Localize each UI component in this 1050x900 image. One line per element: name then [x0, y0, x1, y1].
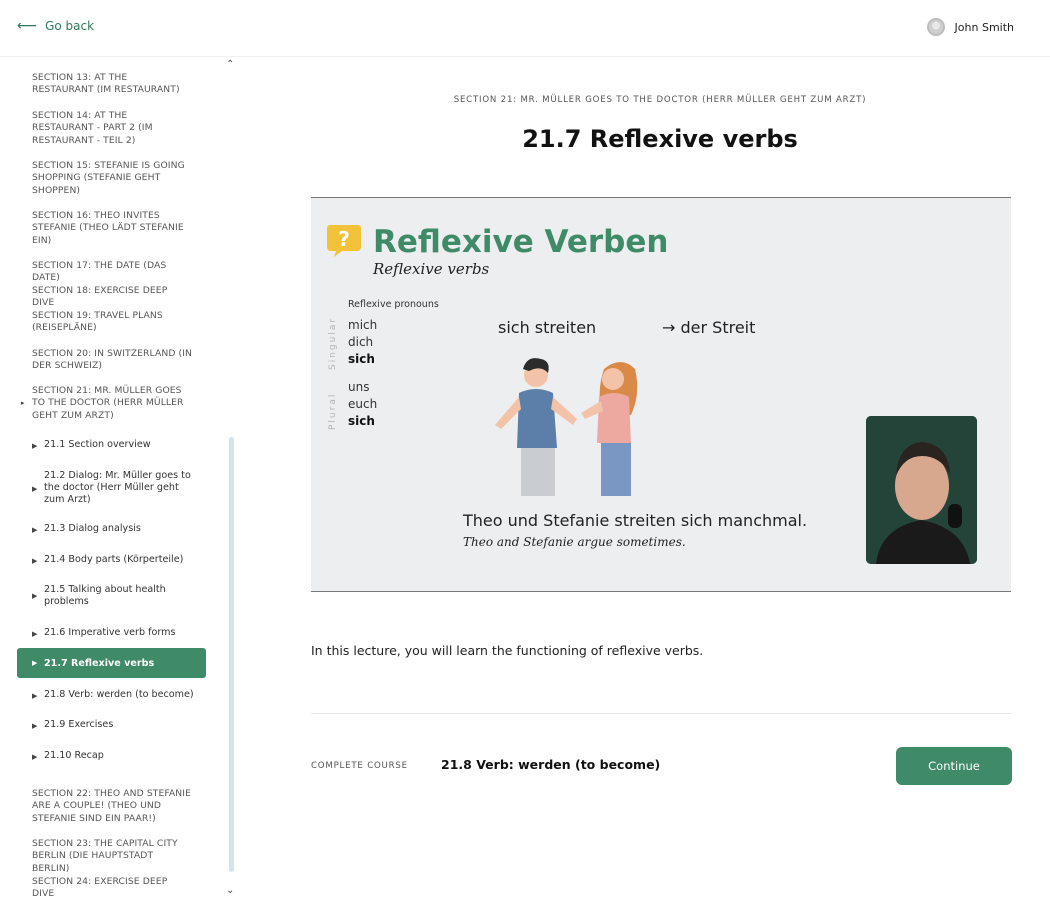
play-icon: ▶ — [32, 692, 38, 700]
go-back-label: Go back — [45, 19, 95, 33]
page-title: 21.7 Reflexive verbs — [522, 125, 798, 153]
sidebar-section[interactable]: SECTION 18: EXERCISE DEEP DIVE — [32, 285, 192, 310]
course-sidebar: ⌃ SECTION 13: AT THE RESTAURANT (IM REST… — [0, 57, 240, 900]
sidebar-section[interactable]: SECTION 14: AT THE RESTAURANT - PART 2 (… — [32, 110, 192, 147]
play-icon: ▶ — [32, 526, 38, 534]
play-icon: ▶ — [32, 592, 38, 600]
user-name: John Smith — [954, 20, 1014, 34]
sidebar-lecture[interactable]: ▶ 21.6 Imperative verb forms — [32, 627, 202, 640]
play-icon: ▶ — [32, 557, 38, 565]
sidebar-section[interactable]: SECTION 24: EXERCISE DEEP DIVE — [32, 876, 192, 900]
play-icon: ▶ — [32, 485, 38, 493]
sidebar-lecture[interactable]: ▶ 21.5 Talking about health problems — [32, 584, 202, 608]
sidebar-lecture[interactable]: ▶ 21.4 Body parts (Körperteile) — [32, 554, 202, 567]
arguing-couple-illustration — [495, 358, 638, 496]
pronoun: euch — [348, 397, 378, 411]
slide-heading: Reflexive Verben — [373, 224, 669, 260]
go-back-link[interactable]: ⟵ Go back — [17, 19, 94, 33]
sidebar-scrollbar[interactable] — [229, 437, 234, 872]
sidebar-section[interactable]: SECTION 15: STEFANIE IS GOING SHOPPING (… — [32, 160, 192, 197]
plural-label: Plural — [328, 392, 338, 430]
top-header: ⟵ Go back John Smith — [0, 0, 1050, 57]
singular-label: Singular — [328, 316, 338, 370]
slide-subheading: Reflexive verbs — [373, 260, 490, 278]
play-icon: ▶ — [32, 722, 38, 730]
pronoun: dich — [348, 335, 374, 349]
sidebar-lecture[interactable]: ▶ 21.10 Recap — [32, 750, 202, 763]
caret-right-icon: ▸ — [21, 399, 25, 407]
play-icon: ▶ — [32, 659, 38, 667]
sidebar-lecture[interactable]: ▶ 21.1 Section overview — [32, 439, 202, 452]
sidebar-lecture[interactable]: ▶ 21.3 Dialog analysis — [32, 523, 202, 536]
complete-course-label: COMPLETE COURSE — [311, 761, 408, 771]
sidebar-lecture[interactable]: ▶ 21.8 Verb: werden (to become) — [32, 689, 202, 702]
slide-verb: sich streiten — [498, 318, 597, 337]
sidebar-section[interactable]: SECTION 22: THEO AND STEFANIE ARE A COUP… — [32, 788, 192, 825]
pronoun: sich — [348, 414, 375, 428]
presenter-photo — [866, 416, 977, 564]
svg-text:?: ? — [338, 227, 350, 251]
pronoun: mich — [348, 318, 378, 332]
divider — [311, 713, 1011, 714]
avatar — [926, 18, 945, 36]
question-bubble-icon: ? — [327, 225, 361, 257]
slide-sentence-translation: Theo and Stefanie argue sometimes. — [463, 535, 686, 549]
lecture-description: In this lecture, you will learn the func… — [311, 643, 704, 658]
pronoun: sich — [348, 352, 375, 366]
play-icon: ▶ — [32, 442, 38, 450]
section-title: SECTION 21: MR. MÜLLER GOES TO THE DOCTO… — [453, 95, 867, 105]
user-menu[interactable]: John Smith — [926, 18, 1014, 36]
lecture-main: SECTION 21: MR. MÜLLER GOES TO THE DOCTO… — [240, 57, 1050, 900]
sidebar-lecture[interactable]: ▶ 21.9 Exercises — [32, 719, 202, 732]
slide-sentence: Theo und Stefanie streiten sich manchmal… — [463, 511, 808, 530]
next-lecture-title: 21.8 Verb: werden (to become) — [441, 757, 661, 772]
sidebar-current-section[interactable]: SECTION 21: MR. MÜLLER GOES TO THE DOCTO… — [32, 385, 192, 422]
play-icon: ▶ — [32, 630, 38, 638]
sidebar-section[interactable]: SECTION 17: THE DATE (DAS DATE) — [32, 260, 192, 285]
continue-button[interactable]: Continue — [896, 747, 1012, 785]
pronoun: uns — [348, 380, 370, 394]
arrow-left-icon: ⟵ — [17, 18, 38, 34]
sidebar-section[interactable]: SECTION 20: IN SWITZERLAND (IN DER SCHWE… — [32, 348, 192, 373]
sidebar-section[interactable]: SECTION 16: THEO INVITES STEFANIE (THEO … — [32, 210, 192, 247]
presenter-webcam — [866, 416, 977, 564]
video-player[interactable]: ? Reflexive Verben Reflexive verbs Refle… — [311, 197, 1011, 592]
sidebar-section[interactable]: SECTION 13: AT THE RESTAURANT (IM RESTAU… — [32, 72, 192, 97]
sidebar-section[interactable]: SECTION 19: TRAVEL PLANS (REISEPLÄNE) — [32, 310, 192, 335]
play-icon: ▶ — [32, 753, 38, 761]
chevron-down-icon[interactable]: ⌄ — [226, 885, 234, 896]
sidebar-lecture-active[interactable]: ▶ 21.7 Reflexive verbs — [17, 648, 206, 678]
slide-noun: → der Streit — [662, 318, 756, 337]
pronouns-label: Reflexive pronouns — [348, 299, 439, 310]
chevron-up-icon[interactable]: ⌃ — [226, 59, 234, 70]
sidebar-section[interactable]: SECTION 23: THE CAPITAL CITY BERLIN (DIE… — [32, 838, 192, 875]
sidebar-lecture[interactable]: ▶ 21.2 Dialog: Mr. Müller goes to the do… — [32, 470, 202, 507]
